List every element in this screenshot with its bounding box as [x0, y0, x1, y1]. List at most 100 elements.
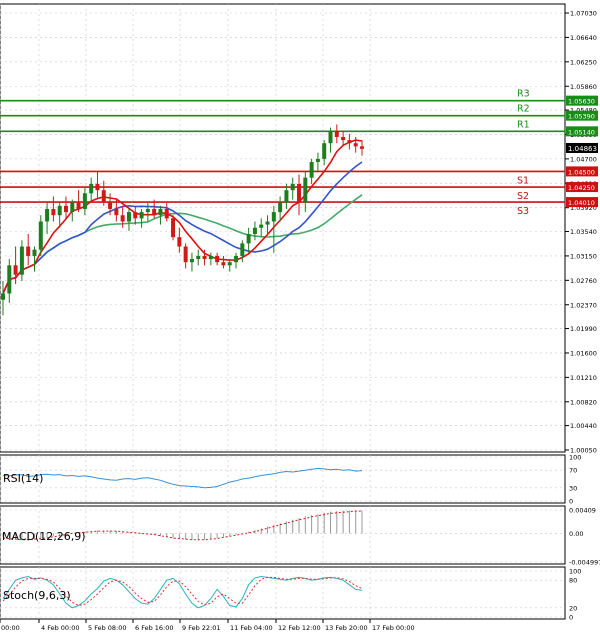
- candle-body: [7, 265, 12, 294]
- candle-body: [240, 243, 245, 256]
- pivot-price-label-s2: 1.04250: [568, 184, 595, 192]
- x-tick-label: 00:00: [1, 624, 20, 632]
- candle-body: [189, 259, 194, 263]
- candle-body: [202, 255, 207, 260]
- candle-body: [271, 212, 276, 222]
- rsi-panel-frame: [0, 454, 566, 504]
- candle-body: [1, 293, 5, 300]
- candle-body: [297, 183, 302, 203]
- main-y-tick-label: 1.03150: [570, 252, 597, 260]
- main-y-tick-label: 1.00440: [570, 422, 597, 430]
- rsi-title: RSI(14): [3, 472, 43, 485]
- candle-body: [38, 221, 43, 250]
- main-y-axis: 1.070301.066401.062501.058601.054801.050…: [565, 10, 597, 455]
- candle-body: [51, 208, 56, 216]
- candle-body: [290, 183, 295, 191]
- candle-body: [108, 202, 113, 209]
- current-price-label: 1.04863: [568, 145, 597, 153]
- candle-body: [89, 183, 94, 194]
- stoch-title: Stoch(9,6,3): [3, 589, 71, 602]
- candle-body: [215, 255, 220, 263]
- candle-body: [101, 190, 106, 203]
- chart-canvas: 1.070301.066401.062501.058601.054801.050…: [0, 3, 600, 632]
- pivot-name-r3: R3: [517, 89, 530, 100]
- pivot-name-r2: R2: [517, 104, 530, 115]
- candle-body: [246, 234, 251, 244]
- main-panel-frame: [0, 3, 566, 453]
- x-tick-label: 12 Feb 12:00: [278, 624, 321, 632]
- main-y-tick-label: 1.01990: [570, 325, 597, 333]
- candle-body: [19, 246, 24, 275]
- x-tick-label: 6 Feb 16:00: [135, 624, 174, 632]
- current-price-tag: 1.04863: [566, 143, 598, 153]
- stoch-y-tick-label: 0: [569, 614, 573, 622]
- main-y-tick-label: 1.03540: [570, 228, 597, 236]
- rsi-y-axis: 100 70 30 0: [569, 454, 581, 506]
- candle-body: [328, 130, 333, 144]
- candle-body: [309, 162, 314, 178]
- candle-body: [152, 208, 157, 216]
- main-y-tick-label: 1.00820: [570, 398, 597, 406]
- candle-body: [139, 212, 144, 219]
- candle-body: [120, 215, 125, 222]
- candle-body: [252, 227, 257, 235]
- candle-body: [70, 202, 75, 213]
- candle-body: [76, 202, 81, 209]
- candle-body: [63, 205, 68, 213]
- candle-body: [303, 177, 308, 203]
- candle-body: [360, 146, 364, 149]
- pivot-name-s2: S2: [517, 191, 529, 202]
- pivot-name-s1: S1: [517, 175, 529, 186]
- main-y-tick-label: 1.06640: [570, 34, 597, 42]
- candle-body: [177, 237, 182, 247]
- candle-body: [145, 208, 150, 213]
- main-y-tick-label: 1.02760: [570, 277, 597, 285]
- candle-body: [183, 246, 188, 263]
- macd-y-tick-label: 0.00409: [569, 507, 596, 515]
- candle-body: [164, 208, 169, 219]
- macd-y-tick-label: -0.004997: [569, 559, 600, 567]
- candle-body: [227, 262, 232, 266]
- candle-body: [114, 208, 119, 216]
- candle-body: [221, 262, 226, 266]
- pivot-price-label-s3: 1.04010: [568, 199, 595, 207]
- stoch-panel-frame: [0, 566, 566, 620]
- candle-body: [82, 193, 87, 209]
- main-y-tick-label: 1.04700: [570, 155, 597, 163]
- candle-body: [315, 158, 320, 163]
- stoch-y-tick-label: 100: [569, 568, 581, 576]
- candle-body: [32, 249, 37, 256]
- stoch-y-tick-label: 20: [569, 604, 577, 612]
- x-axis: 00:00 4 Feb 00:00 5 Feb 08:00 6 Feb 16:00 9 …: [0, 619, 415, 632]
- candle-body: [278, 202, 283, 213]
- pivot-name-r1: R1: [517, 119, 530, 130]
- x-tick-label: 13 Feb 20:00: [325, 624, 368, 632]
- x-tick-label: 17 Feb 00:00: [372, 624, 415, 632]
- candle-body: [208, 255, 213, 260]
- rsi-y-tick-label: 70: [569, 467, 577, 475]
- rsi-y-tick-label: 0: [569, 498, 573, 506]
- main-y-tick-label: 1.07030: [570, 10, 597, 18]
- stoch-y-axis: 10080 20 0: [569, 568, 581, 622]
- candle-body: [284, 190, 289, 203]
- candle-body: [322, 143, 327, 159]
- rsi-y-tick-label: 100: [569, 454, 581, 462]
- candle-body: [26, 246, 31, 256]
- candle-body: [353, 143, 358, 147]
- rsi-y-tick-label: 30: [569, 484, 577, 492]
- candle-body: [45, 208, 50, 222]
- pivot-name-s3: S3: [517, 206, 529, 217]
- macd-title: MACD(12,26,9): [2, 530, 86, 543]
- x-tick-label: 5 Feb 08:00: [88, 624, 127, 632]
- pivot-price-label-s1: 1.04500: [568, 168, 595, 176]
- candle-body: [259, 224, 264, 228]
- pivot-price-label-r2: 1.05390: [568, 113, 595, 121]
- macd-y-tick-label: 0.00: [569, 530, 583, 538]
- candle-body: [13, 265, 18, 275]
- pivot-price-label-r1: 1.05140: [568, 128, 595, 136]
- stoch-y-tick-label: 80: [569, 577, 577, 585]
- main-y-tick-label: 1.01210: [570, 374, 597, 382]
- candle-body: [265, 221, 270, 225]
- candle-body: [57, 205, 62, 216]
- main-y-tick-label: 1.06250: [570, 58, 597, 66]
